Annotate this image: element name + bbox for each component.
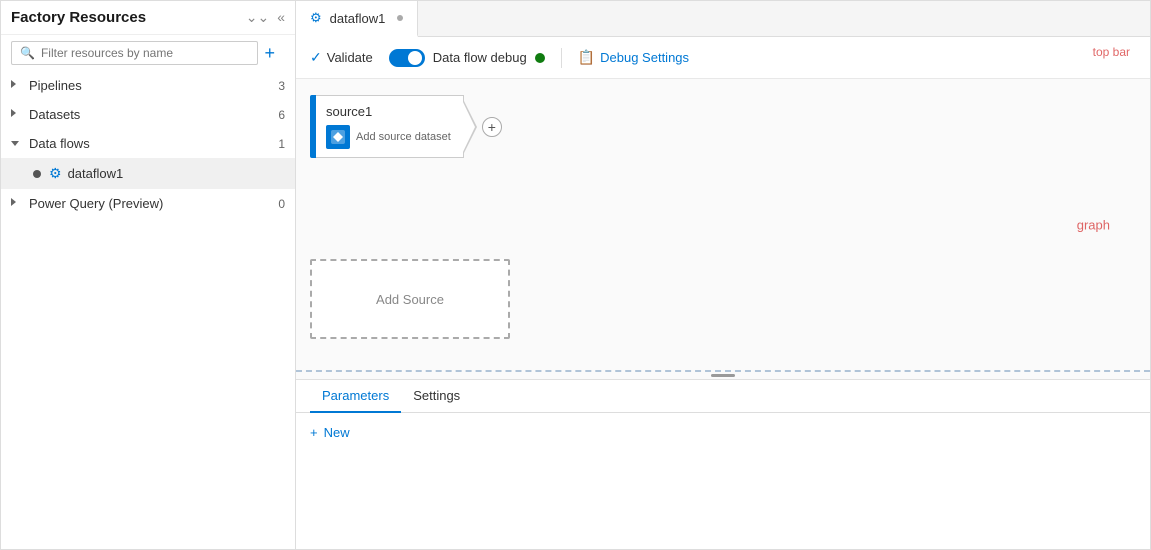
tab-settings[interactable]: Settings (401, 380, 472, 413)
add-source-box[interactable]: Add Source (310, 259, 510, 339)
topbar-annotation: top bar (1093, 45, 1130, 59)
tab-dataflow1[interactable]: ⚙ dataflow1 (296, 1, 418, 37)
powerquery-label: Power Query (Preview) (29, 196, 278, 211)
config-annotation: configuration panel (296, 440, 806, 455)
new-plus-icon: + (310, 425, 318, 440)
sidebar-nav: Pipelines 3 Datasets 6 Data flows 1 ⚙ da… (1, 71, 295, 549)
validate-button[interactable]: ✓ Validate (310, 49, 373, 66)
check-icon: ✓ (310, 49, 322, 66)
sidebar-collapse-icons: ⌄⌄ « (246, 9, 285, 26)
sidebar-item-dataflows[interactable]: Data flows 1 (1, 129, 295, 158)
panel-tabs: Parameters Settings (296, 380, 1150, 413)
add-source-label: Add Source (376, 292, 444, 307)
sidebar-search-row: 🔍 + (1, 35, 295, 71)
pipelines-count: 3 (278, 79, 285, 93)
sidebar-title: Factory Resources (11, 9, 146, 26)
add-resource-button[interactable]: + (264, 43, 285, 64)
tab-dataflow-icon: ⚙ (310, 10, 322, 26)
add-node-button[interactable]: + (482, 117, 502, 137)
powerquery-count: 0 (278, 197, 285, 211)
debug-settings-button[interactable]: 📋 Debug Settings (578, 49, 689, 66)
dataflow-node-icon: ⚙ (49, 165, 62, 182)
toolbar-divider (561, 48, 562, 68)
debug-label: Data flow debug (433, 50, 527, 65)
sidebar-header: Factory Resources ⌄⌄ « (1, 1, 295, 35)
canvas-area[interactable]: source1 Add source dataset + (296, 79, 1150, 372)
settings-tab-label: Settings (413, 388, 460, 403)
collapse-icon[interactable]: « (277, 9, 285, 26)
main-area: ⚙ dataflow1 ✓ Validate Data flow debug (296, 1, 1150, 549)
new-label: New (324, 425, 350, 440)
dataflow1-label: dataflow1 (68, 166, 285, 181)
new-parameter-button[interactable]: + New (310, 425, 1136, 440)
parameters-tab-label: Parameters (322, 388, 389, 403)
source-node[interactable]: source1 Add source dataset + (310, 95, 464, 158)
expand-icon[interactable]: ⌄⌄ (246, 9, 269, 26)
active-dot-icon (33, 170, 41, 178)
tab-dataflow1-label: dataflow1 (330, 11, 386, 26)
graph-annotation: graph (1077, 217, 1110, 232)
node-name: source1 (326, 104, 451, 119)
sidebar-item-datasets[interactable]: Datasets 6 (1, 100, 295, 129)
sidebar-item-powerquery[interactable]: Power Query (Preview) 0 (1, 189, 295, 218)
datasets-label: Datasets (29, 107, 278, 122)
search-box: 🔍 (11, 41, 258, 65)
node-body: source1 Add source dataset (316, 95, 464, 158)
node-logo-icon (326, 125, 350, 149)
sidebar-item-pipelines[interactable]: Pipelines 3 (1, 71, 295, 100)
toolbar: ✓ Validate Data flow debug 📋 Debug Setti… (296, 37, 1150, 79)
dataflows-label: Data flows (29, 136, 278, 151)
node-sub-label: Add source dataset (356, 131, 451, 143)
search-input[interactable] (41, 46, 250, 60)
chevron-down-icon (11, 138, 25, 149)
datasets-count: 6 (278, 108, 285, 122)
tab-bar: ⚙ dataflow1 (296, 1, 1150, 37)
chevron-right-icon (11, 80, 25, 91)
validate-label: Validate (327, 50, 373, 65)
debug-settings-icon: 📋 (578, 49, 595, 66)
debug-settings-label: Debug Settings (600, 50, 689, 65)
sidebar-item-dataflow1[interactable]: ⚙ dataflow1 (1, 158, 295, 189)
debug-toggle-group: Data flow debug (389, 49, 545, 67)
pipelines-label: Pipelines (29, 78, 278, 93)
collapse-handle[interactable] (711, 374, 735, 377)
tab-unsaved-dot (397, 15, 403, 21)
collapse-bar (296, 372, 1150, 379)
debug-toggle[interactable] (389, 49, 425, 67)
bottom-panel: Parameters Settings + New configuration … (296, 379, 1150, 549)
chevron-right-icon (11, 109, 25, 120)
panel-content: + New configuration panel (296, 413, 1150, 549)
tab-parameters[interactable]: Parameters (310, 380, 401, 413)
search-icon: 🔍 (20, 46, 35, 60)
node-icon-row: Add source dataset (326, 125, 451, 149)
chevron-right-icon (11, 198, 25, 209)
dataflows-count: 1 (278, 137, 285, 151)
debug-status-icon (535, 53, 545, 63)
sidebar: Factory Resources ⌄⌄ « 🔍 + Pipelines 3 (1, 1, 296, 549)
